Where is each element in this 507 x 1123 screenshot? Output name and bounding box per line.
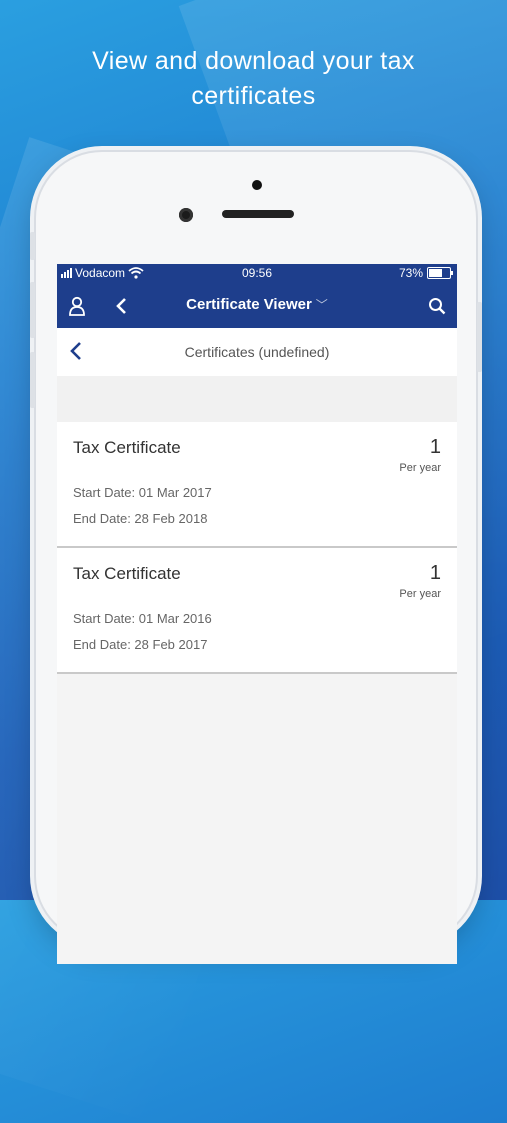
battery-percent: 73%	[398, 266, 423, 280]
certificate-end-date: End Date: 28 Feb 2017	[73, 637, 208, 652]
front-camera	[179, 208, 193, 222]
certificate-period: Per year	[399, 462, 441, 474]
status-right: 73%	[398, 266, 453, 280]
proximity-sensor	[252, 180, 262, 190]
app-title-dropdown[interactable]: Certificate Viewer ﹀	[57, 296, 457, 313]
certificate-card[interactable]: Tax Certificate 1 Per year Start Date: 0…	[57, 422, 457, 548]
certificate-end-date: End Date: 28 Feb 2018	[73, 511, 208, 526]
battery-icon	[427, 267, 453, 279]
chevron-down-icon: ﹀	[315, 298, 328, 312]
power-button	[477, 302, 482, 372]
list-empty-area	[57, 674, 457, 964]
app-screen: Vodacom 09:56 73% Certificate Viewer ﹀ C…	[57, 264, 457, 964]
certificate-name: Tax Certificate	[73, 438, 181, 457]
phone-frame: Vodacom 09:56 73% Certificate Viewer ﹀ C…	[30, 152, 482, 964]
certificate-period: Per year	[399, 588, 441, 600]
certificate-start-date: Start Date: 01 Mar 2017	[73, 485, 212, 500]
section-spacer	[57, 376, 457, 422]
search-icon[interactable]	[425, 294, 449, 318]
app-title: Certificate Viewer	[186, 296, 312, 313]
certificate-count: 1	[429, 562, 441, 584]
headline-line-2: certificates	[191, 82, 316, 110]
headline-line-1: View and download your tax	[92, 47, 415, 75]
promo-headline: View and download your tax certificates	[0, 44, 507, 114]
certificate-card[interactable]: Tax Certificate 1 Per year Start Date: 0…	[57, 548, 457, 674]
volume-up-button	[30, 282, 35, 338]
certificate-name: Tax Certificate	[73, 564, 181, 583]
volume-down-button	[30, 352, 35, 408]
mute-switch	[30, 232, 35, 260]
earpiece-speaker	[222, 210, 294, 218]
sub-header: Certificates (undefined)	[57, 328, 457, 376]
sub-header-title: Certificates (undefined)	[184, 344, 330, 360]
nav-bar: Certificate Viewer ﹀	[57, 284, 457, 328]
status-bar: Vodacom 09:56 73%	[57, 264, 457, 284]
certificate-start-date: Start Date: 01 Mar 2016	[73, 611, 212, 626]
top-bar: Vodacom 09:56 73% Certificate Viewer ﹀	[57, 264, 457, 328]
status-time: 09:56	[241, 266, 273, 280]
certificate-count: 1	[429, 436, 441, 458]
